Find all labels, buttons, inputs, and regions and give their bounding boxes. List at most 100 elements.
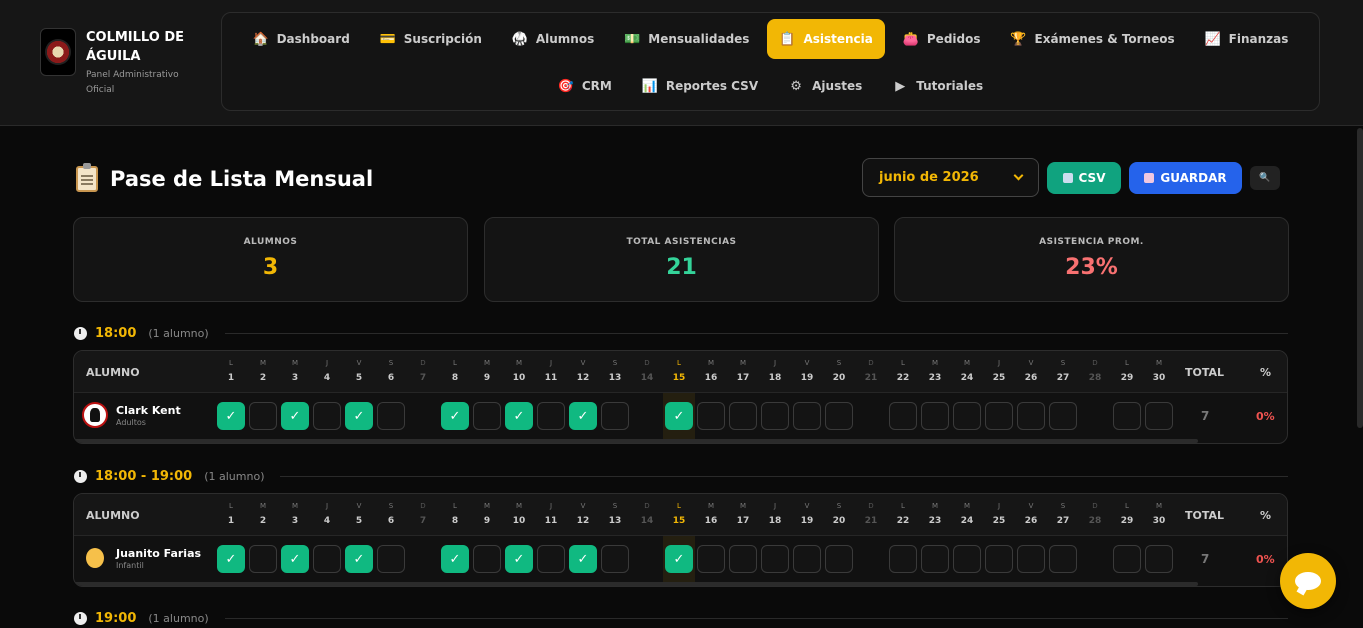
nav-item-tutoriales[interactable]: ▶ Tutoriales (880, 66, 995, 106)
nav-item-ex-menes-torneos[interactable]: 🏆 Exámenes & Torneos (999, 19, 1187, 59)
attendance-cell-present[interactable]: ✓ (665, 545, 693, 573)
day-weekday: L (453, 359, 457, 367)
day-number: 11 (544, 373, 558, 383)
month-select[interactable]: junio de 2026 (862, 158, 1039, 197)
attendance-cell[interactable] (1017, 545, 1045, 573)
attendance-cell-present[interactable]: ✓ (569, 402, 597, 430)
attendance-cell[interactable] (953, 402, 981, 430)
nav-item-reportes-csv[interactable]: 📊 Reportes CSV (630, 66, 770, 106)
attendance-cell[interactable] (985, 545, 1013, 573)
nav-item-ajustes[interactable]: ⚙ Ajustes (776, 66, 874, 106)
attendance-cell-present[interactable]: ✓ (441, 402, 469, 430)
attendance-cell-present[interactable]: ✓ (281, 402, 309, 430)
attendance-cell (633, 545, 661, 573)
attendance-cell-present[interactable]: ✓ (345, 402, 373, 430)
day-number: 11 (544, 516, 558, 526)
attendance-cell-present[interactable]: ✓ (217, 402, 245, 430)
day-number: 9 (483, 373, 491, 383)
attendance-cell-present[interactable]: ✓ (281, 545, 309, 573)
day-weekday: M (739, 502, 747, 510)
attendance-cell-present[interactable]: ✓ (505, 402, 533, 430)
attendance-cell[interactable] (1049, 402, 1077, 430)
day-number: 30 (1152, 373, 1166, 383)
section-header: 18:00 (1 alumno) (74, 325, 1288, 341)
day-weekday: J (325, 359, 329, 367)
attendance-cell[interactable] (729, 545, 757, 573)
attendance-cell[interactable] (473, 402, 501, 430)
attendance-cell[interactable] (761, 545, 789, 573)
attendance-cell[interactable] (953, 545, 981, 573)
attendance-cell[interactable] (1145, 402, 1173, 430)
attendance-cell[interactable] (537, 402, 565, 430)
attendance-cell[interactable] (1049, 545, 1077, 573)
nav-item-label: Alumnos (535, 32, 595, 46)
nav-item-dashboard[interactable]: 🏠 Dashboard (241, 19, 362, 59)
nav-item-finanzas[interactable]: 📈 Finanzas (1193, 19, 1301, 59)
attendance-cell[interactable] (377, 545, 405, 573)
day-header: J 11 (536, 501, 566, 528)
brand[interactable]: COLMILLO DE ÁGUILA Panel Administrativo … (40, 28, 196, 98)
attendance-cell[interactable] (249, 545, 277, 573)
nav-item-suscripci-n[interactable]: 💳 Suscripción (368, 19, 494, 59)
attendance-cell[interactable] (889, 402, 917, 430)
attendance-cell[interactable] (985, 402, 1013, 430)
attendance-cell[interactable] (473, 545, 501, 573)
day-number: 26 (1024, 373, 1038, 383)
attendance-cell[interactable] (793, 402, 821, 430)
attendance-cell[interactable] (889, 545, 917, 573)
attendance-cell-present[interactable]: ✓ (569, 545, 597, 573)
attendance-cell[interactable] (249, 402, 277, 430)
student-info[interactable]: Clark Kent Adultos (82, 402, 181, 428)
attendance-cell-present[interactable]: ✓ (441, 545, 469, 573)
nav-item-label: Suscripción (403, 32, 482, 46)
day-weekday: L (901, 359, 905, 367)
attendance-cell[interactable] (1113, 545, 1141, 573)
attendance-cell[interactable] (729, 402, 757, 430)
table-horizontal-scrollbar[interactable] (74, 439, 1198, 443)
nav-item-pedidos[interactable]: 👛 Pedidos (891, 19, 993, 59)
attendance-cell (857, 545, 885, 573)
save-button[interactable]: GUARDAR (1129, 162, 1242, 194)
attendance-cell[interactable] (761, 402, 789, 430)
day-weekday: V (356, 359, 362, 367)
day-number: 4 (323, 373, 331, 383)
student-info[interactable]: Juanito Farias Infantil (82, 545, 201, 571)
attendance-cell[interactable] (313, 545, 341, 573)
attendance-cell (633, 402, 661, 430)
nav-item-label: Reportes CSV (665, 79, 759, 93)
search-button[interactable]: 🔍 (1250, 166, 1280, 190)
nav-item-mensualidades[interactable]: 💵 Mensualidades (612, 19, 761, 59)
chat-button[interactable] (1280, 553, 1336, 609)
attendance-cell[interactable] (601, 402, 629, 430)
attendance-cell-present[interactable]: ✓ (217, 545, 245, 573)
save-button-label: GUARDAR (1160, 171, 1227, 185)
attendance-cell[interactable] (825, 402, 853, 430)
attendance-cell[interactable] (921, 545, 949, 573)
attendance-cell-present[interactable]: ✓ (665, 402, 693, 430)
nav-item-alumnos[interactable]: 🥋 Alumnos (500, 19, 606, 59)
attendance-cell[interactable] (1017, 402, 1045, 430)
attendance-cell[interactable] (377, 402, 405, 430)
attendance-cell-present[interactable]: ✓ (345, 545, 373, 573)
day-header: S 27 (1048, 358, 1078, 385)
nav-item-crm[interactable]: 🎯 CRM (546, 66, 624, 106)
day-header: S 13 (600, 501, 630, 528)
nav-item-asistencia[interactable]: 📋 Asistencia (767, 19, 885, 59)
csv-button[interactable]: CSV (1047, 162, 1121, 194)
attendance-cell-present[interactable]: ✓ (505, 545, 533, 573)
attendance-cell[interactable] (537, 545, 565, 573)
day-header: V 26 (1016, 501, 1046, 528)
attendance-cell[interactable] (601, 545, 629, 573)
attendance-cell[interactable] (825, 545, 853, 573)
page-scrollbar[interactable] (1357, 128, 1363, 428)
attendance-cell[interactable] (1145, 545, 1173, 573)
attendance-cell[interactable] (1113, 402, 1141, 430)
attendance-cell[interactable] (697, 545, 725, 573)
attendance-cell[interactable] (793, 545, 821, 573)
attendance-cell[interactable] (921, 402, 949, 430)
eagle-logo-icon (40, 28, 76, 76)
attendance-cell[interactable] (313, 402, 341, 430)
table-horizontal-scrollbar[interactable] (74, 582, 1198, 586)
row-percent: 0% (1256, 553, 1275, 566)
attendance-cell[interactable] (697, 402, 725, 430)
